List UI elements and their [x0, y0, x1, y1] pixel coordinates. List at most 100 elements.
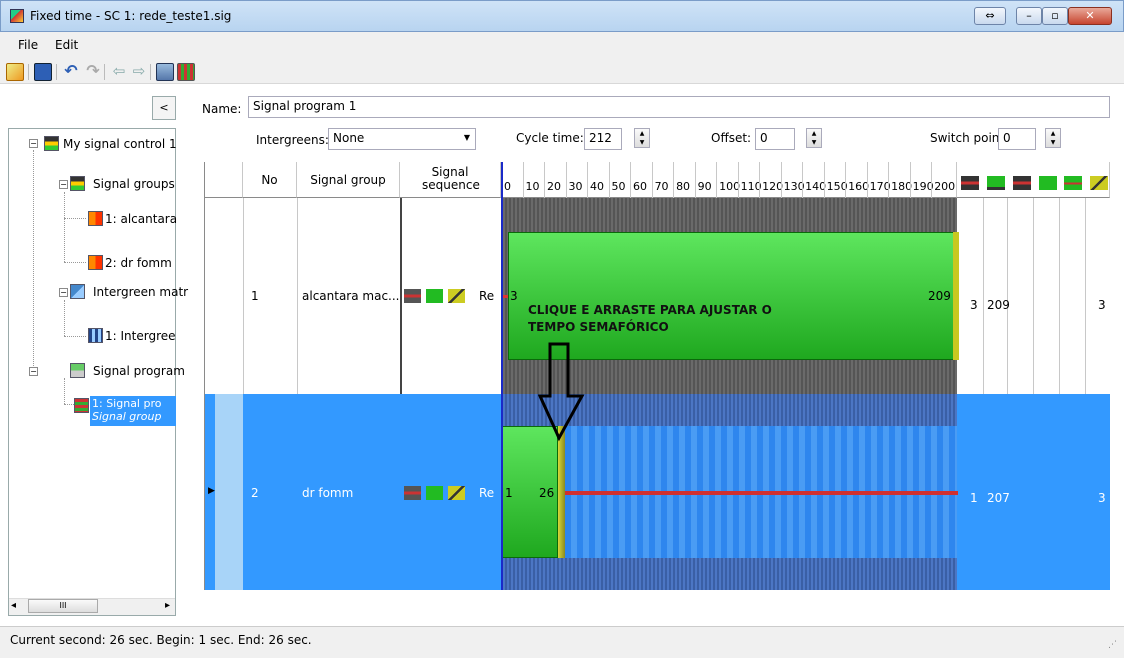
menu-edit[interactable]: Edit [55, 38, 78, 52]
row-selector[interactable] [215, 394, 243, 590]
intergreen-matrix-icon [70, 284, 85, 299]
toolbar-separator [150, 64, 151, 80]
row2-c2: 207 [987, 491, 1010, 505]
switch-window-button[interactable]: ⇔ [974, 7, 1006, 25]
red-state-icon [404, 486, 421, 500]
signal-view-icon[interactable] [156, 63, 174, 81]
signal-groups-icon [70, 176, 85, 191]
annotation-line-1: CLIQUE E ARRASTE PARA AJUSTAR O [528, 303, 772, 317]
col-header-signal-sequence[interactable]: Signal sequence [400, 162, 501, 198]
tree-expander[interactable]: − [29, 367, 38, 376]
timeline-tick-line [630, 162, 632, 198]
row-header-corner [205, 162, 243, 198]
row1-signal-group[interactable]: alcantara mac... [302, 289, 400, 303]
redo-icon[interactable]: ↷ [84, 63, 102, 81]
row1-c3: 3 [1098, 298, 1106, 312]
red-start-icon[interactable] [961, 176, 979, 190]
row1-c2: 209 [987, 298, 1010, 312]
row2-amber-bar[interactable] [558, 426, 565, 558]
green-duration-icon[interactable] [1039, 176, 1057, 190]
scroll-left-icon[interactable]: ◂ [11, 600, 16, 611]
timeline-tick-label: 20 [547, 180, 562, 193]
timeline-tick-line [780, 162, 782, 198]
minimize-button[interactable]: – [1016, 7, 1042, 25]
resize-grip-icon[interactable]: ⋰ [1108, 640, 1117, 650]
col-header-signal-group[interactable]: Signal group [297, 162, 400, 198]
tree-item-sp1-sub: Signal group [92, 410, 162, 423]
timeline-tick-line [673, 162, 675, 198]
green-state-icon [426, 486, 443, 500]
timeline-tick-line [909, 162, 911, 198]
scroll-thumb[interactable]: III [28, 599, 98, 613]
undo-icon[interactable]: ↶ [62, 63, 80, 81]
tree-item-intergreen[interactable]: Intergreen matr [93, 285, 188, 299]
save-icon[interactable] [34, 63, 52, 81]
switch-point-input[interactable]: 0 [998, 128, 1036, 150]
maximize-button[interactable]: ▫ [1042, 7, 1068, 25]
signal-group-icon [88, 255, 103, 270]
timeline-tick-line [608, 162, 610, 198]
tree-item-sp1[interactable]: 1: Signal pro [92, 397, 161, 410]
forward-arrow-icon[interactable]: ⇨ [130, 63, 148, 81]
timeline-tick-line [522, 162, 524, 198]
offset-input[interactable]: 0 [755, 128, 795, 150]
tree-line [64, 378, 65, 404]
tree-item-signal-groups[interactable]: Signal groups [93, 177, 175, 191]
timeline-tick-line [737, 162, 739, 198]
open-icon[interactable] [6, 63, 24, 81]
col-header-no[interactable]: No [243, 162, 297, 198]
current-row-icon: ▶ [208, 486, 215, 496]
tree-line [33, 150, 34, 376]
tree-item-root[interactable]: My signal control 1 [63, 137, 177, 151]
red-duration-icon[interactable] [1013, 176, 1031, 190]
row2-signal-group[interactable]: dr fomm [302, 486, 353, 500]
back-arrow-icon[interactable]: ⇦ [110, 63, 128, 81]
intergreen-icon [88, 328, 103, 343]
timeline-tick-line [565, 162, 567, 198]
timeline-tick-line [888, 162, 890, 198]
tree-expander[interactable]: − [59, 288, 68, 297]
time-cursor[interactable] [501, 162, 503, 590]
timeline-tick-line [759, 162, 761, 198]
tree-item-ig1[interactable]: 1: Intergree [105, 329, 176, 343]
toolbar-separator [104, 64, 105, 80]
switch-point-spinner[interactable]: ▲ ▼ [1045, 128, 1061, 148]
red-green-icon[interactable] [1064, 176, 1082, 190]
timeline-header: 0 10 20 30 40 50 60 70 80 90 100 110 120 130 140 150 160… [501, 162, 957, 198]
timeline-view-icon[interactable] [177, 63, 195, 81]
timeline-tick-line [802, 162, 804, 198]
timeline-tick-line [931, 162, 933, 198]
instruction-annotation: CLIQUE E ARRASTE PARA AJUSTAR O TEMPO SE… [528, 302, 772, 336]
amber-state-icon [448, 289, 465, 303]
scroll-right-icon[interactable]: ▸ [165, 600, 170, 611]
state-header [957, 162, 1110, 198]
amber-icon[interactable] [1090, 176, 1108, 190]
timeline-tick-label: 90 [697, 180, 712, 193]
offset-spinner[interactable]: ▲ ▼ [806, 128, 822, 148]
cycle-time-spinner[interactable]: ▲ ▼ [634, 128, 650, 148]
tree-item-sg2[interactable]: 2: dr fomm [105, 256, 172, 270]
menu-file[interactable]: File [18, 38, 38, 52]
tree-line [64, 336, 86, 337]
timeline-tick-label: 30 [568, 180, 583, 193]
row1-amber-bar[interactable] [953, 232, 959, 360]
row1-c1: 3 [970, 298, 978, 312]
tree-item-sg1[interactable]: 1: alcantara [105, 212, 177, 226]
row2-sequence-text: Re [479, 486, 495, 500]
collapse-panel-button[interactable]: < [152, 96, 176, 120]
name-input[interactable]: Signal program 1 [248, 96, 1110, 118]
close-button[interactable]: ✕ [1068, 7, 1112, 25]
tree-expander[interactable]: − [29, 139, 38, 148]
tree-item-signal-programs[interactable]: Signal program [93, 364, 185, 378]
intergreens-label: Intergreens: [256, 133, 329, 147]
red-state-icon [404, 289, 421, 303]
tree-expander[interactable]: − [59, 180, 68, 189]
tree-line [64, 218, 86, 219]
cycle-time-input[interactable]: 212 [584, 128, 622, 150]
intergreens-select[interactable]: None ▼ [328, 128, 476, 150]
row1-green-bar[interactable] [508, 232, 954, 360]
green-end-icon[interactable] [987, 176, 1005, 190]
toolbar-separator [56, 64, 57, 80]
timeline-tick-label: 10 [525, 180, 540, 193]
timeline-tick-line [587, 162, 589, 198]
